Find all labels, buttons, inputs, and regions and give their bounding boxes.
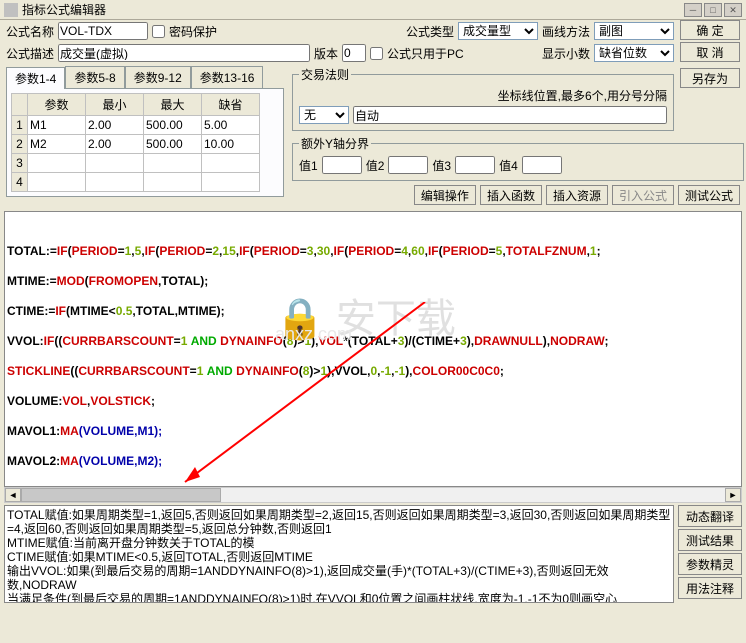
param-max-1[interactable] <box>144 116 201 134</box>
tab-params-13-16[interactable]: 参数13-16 <box>191 66 264 88</box>
param-name-3[interactable] <box>28 154 85 172</box>
y3-label: 值3 <box>432 157 451 174</box>
type-label: 公式类型 <box>406 23 454 40</box>
col-def: 缺省 <box>202 94 260 116</box>
tab-params-5-8[interactable]: 参数5-8 <box>65 66 124 88</box>
code-editor[interactable]: 🔒 安下载anxz.com TOTAL:=IF(PERIOD=1,5,IF(PE… <box>4 211 742 487</box>
name-input[interactable] <box>58 22 148 40</box>
pwd-label: 密码保护 <box>169 23 217 40</box>
param-tabs: 参数1-4 参数5-8 参数9-12 参数13-16 <box>0 66 290 88</box>
dec-select[interactable]: 缺省位数 <box>594 44 674 62</box>
ok-button[interactable]: 确 定 <box>680 20 740 40</box>
param-def-2[interactable] <box>202 135 259 153</box>
draw-select[interactable]: 副图 <box>594 22 674 40</box>
dyntrans-button[interactable]: 动态翻译 <box>678 505 742 527</box>
scroll-right-icon[interactable]: ► <box>725 488 741 502</box>
param-max-2[interactable] <box>144 135 201 153</box>
output-panel[interactable]: TOTAL赋值:如果周期类型=1,返回5,否则返回如果周期类型=2,返回15,否… <box>4 505 674 603</box>
param-min-3[interactable] <box>86 154 143 172</box>
minimize-button[interactable]: ─ <box>684 3 702 17</box>
output-line: 当满足条件(到最后交易的周期=1ANDDYNAINFO(8)>1)时,在VVOL… <box>7 592 671 603</box>
param-name-4[interactable] <box>28 173 85 191</box>
pconly-label: 公式只用于PC <box>387 45 464 62</box>
insfn-button[interactable]: 插入函数 <box>480 185 542 205</box>
param-name-1[interactable] <box>28 116 85 134</box>
type-select[interactable]: 成交量型 <box>458 22 538 40</box>
param-def-4[interactable] <box>202 173 259 191</box>
window-title: 指标公式编辑器 <box>22 1 106 18</box>
param-name-2[interactable] <box>28 135 85 153</box>
pwd-checkbox[interactable] <box>152 25 165 38</box>
pconly-checkbox[interactable] <box>370 47 383 60</box>
desc-label: 公式描述 <box>6 45 54 62</box>
title-bar: 指标公式编辑器 ─ □ ✕ <box>0 0 746 20</box>
saveas-button[interactable]: 另存为 <box>680 68 740 88</box>
scroll-thumb[interactable] <box>21 488 221 502</box>
y2-input[interactable] <box>388 156 428 174</box>
rule-group: 交易法则 坐标线位置,最多6个,用分号分隔 无 <box>292 66 674 131</box>
rule-mode-select[interactable]: 无 <box>299 106 349 124</box>
param-max-4[interactable] <box>144 173 201 191</box>
y1-input[interactable] <box>322 156 362 174</box>
draw-label: 画线方法 <box>542 23 590 40</box>
output-line: MTIME赋值:当前离开盘分钟数关于TOTAL的模 <box>7 536 671 550</box>
yaxis-legend: 额外Y轴分界 <box>299 135 371 152</box>
y1-label: 值1 <box>299 157 318 174</box>
tab-params-9-12[interactable]: 参数9-12 <box>125 66 191 88</box>
ver-input[interactable] <box>342 44 366 62</box>
horizontal-scrollbar[interactable]: ◄ ► <box>4 487 742 503</box>
output-line: CTIME赋值:如果MTIME<0.5,返回TOTAL,否则返回MTIME <box>7 550 671 564</box>
close-button[interactable]: ✕ <box>724 3 742 17</box>
param-def-1[interactable] <box>202 116 259 134</box>
usage-button[interactable]: 用法注释 <box>678 577 742 599</box>
param-max-3[interactable] <box>144 154 201 172</box>
y4-label: 值4 <box>499 157 518 174</box>
param-row: 1 <box>12 116 260 135</box>
param-table: 参数 最小 最大 缺省 1 2 3 4 <box>11 93 260 192</box>
rule-legend: 交易法则 <box>299 66 351 83</box>
param-def-3[interactable] <box>202 154 259 172</box>
insres-button[interactable]: 插入资源 <box>546 185 608 205</box>
rule-hint: 坐标线位置,最多6个,用分号分隔 <box>498 89 667 103</box>
editop-button[interactable]: 编辑操作 <box>414 185 476 205</box>
output-line: 输出VVOL:如果(到最后交易的周期=1ANDDYNAINFO(8)>1),返回… <box>7 564 671 592</box>
output-line: TOTAL赋值:如果周期类型=1,返回5,否则返回如果周期类型=2,返回15,否… <box>7 508 671 522</box>
quote-button[interactable]: 引入公式 <box>612 185 674 205</box>
desc-input[interactable] <box>58 44 310 62</box>
y4-input[interactable] <box>522 156 562 174</box>
param-row: 3 <box>12 154 260 173</box>
test-button[interactable]: 测试公式 <box>678 185 740 205</box>
yaxis-group: 额外Y轴分界 值1 值2 值3 值4 <box>292 135 744 181</box>
output-line: =4,返回60,否则返回如果周期类型=5,返回总分钟数,否则返回1 <box>7 522 671 536</box>
param-panel: 参数 最小 最大 缺省 1 2 3 4 <box>6 88 284 197</box>
y3-input[interactable] <box>455 156 495 174</box>
param-row: 4 <box>12 173 260 192</box>
param-min-2[interactable] <box>86 135 143 153</box>
maximize-button[interactable]: □ <box>704 3 722 17</box>
y2-label: 值2 <box>366 157 385 174</box>
col-param: 参数 <box>28 94 86 116</box>
paramwiz-button[interactable]: 参数精灵 <box>678 553 742 575</box>
tab-params-1-4[interactable]: 参数1-4 <box>6 67 65 89</box>
param-row: 2 <box>12 135 260 154</box>
param-min-4[interactable] <box>86 173 143 191</box>
rule-auto-input[interactable] <box>353 106 667 124</box>
param-min-1[interactable] <box>86 116 143 134</box>
col-max: 最大 <box>144 94 202 116</box>
testres-button[interactable]: 测试结果 <box>678 529 742 551</box>
dec-label: 显示小数 <box>542 45 590 62</box>
app-icon <box>4 3 18 17</box>
scroll-left-icon[interactable]: ◄ <box>5 488 21 502</box>
name-label: 公式名称 <box>6 23 54 40</box>
col-min: 最小 <box>86 94 144 116</box>
ver-label: 版本 <box>314 45 338 62</box>
cancel-button[interactable]: 取 消 <box>680 42 740 62</box>
